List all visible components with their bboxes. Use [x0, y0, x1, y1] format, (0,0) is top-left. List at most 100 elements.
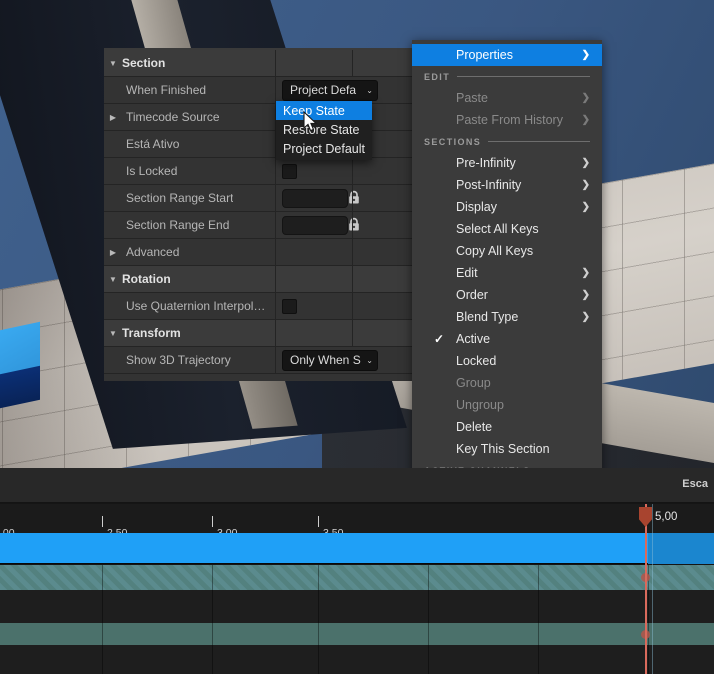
details-row-label-cell: Timecode Source [104, 104, 276, 130]
chevron-right-icon: ❯ [581, 49, 590, 61]
details-row-label: Advanced [126, 245, 180, 259]
menu-item-paste: Paste ❯ [412, 87, 602, 109]
details-row-label: When Finished [126, 83, 207, 97]
dropdown-when-finished[interactable]: Project Defa ⌄ [282, 79, 378, 101]
menu-item-label: Ungroup [456, 398, 504, 412]
playhead-time-label: 5,00 [655, 511, 678, 523]
details-property-row[interactable]: Section Range Start [104, 185, 414, 212]
chevron-right-icon: ❯ [581, 201, 590, 213]
timeline-gridline [648, 645, 649, 674]
chevron-down-icon[interactable] [104, 275, 122, 284]
menu-item-label: Group [456, 376, 491, 390]
details-property-row[interactable]: Section Range End [104, 212, 414, 239]
timeline-gridline [102, 645, 103, 674]
chevron-down-icon[interactable] [104, 59, 122, 68]
details-row-value-cell [276, 239, 414, 265]
timeline-track-channel-row-2[interactable] [0, 623, 714, 645]
chevron-right-icon: ❯ [581, 179, 590, 191]
details-category-row[interactable]: Section [104, 50, 414, 77]
timeline-track-channel-row-3[interactable] [0, 645, 714, 674]
chevron-right-icon[interactable] [104, 113, 122, 122]
timeline-gridline [428, 645, 429, 674]
timeline-track-channel-row-1[interactable] [0, 590, 714, 623]
details-row-label-cell: Section Range Start [104, 185, 276, 211]
menu-item-label: Delete [456, 420, 493, 434]
details-property-row[interactable]: Show 3D Trajectory Only When S ⌄ [104, 347, 414, 374]
menu-section-header: SECTIONS [412, 131, 602, 152]
menu-item-group: Group [412, 372, 602, 394]
details-row-value-cell [276, 266, 414, 292]
menu-divider-line [488, 141, 590, 142]
timeline-tracks[interactable] [0, 533, 714, 674]
menu-item-active[interactable]: ✓ Active [412, 328, 602, 350]
menu-item-label: Properties [456, 48, 513, 62]
menu-item-paste-from-history: Paste From History ❯ [412, 109, 602, 131]
details-category-row[interactable]: Rotation [104, 266, 414, 293]
number-field[interactable] [282, 188, 348, 208]
timeline-gridline [428, 565, 429, 590]
details-row-label-cell: Use Quaternion Interpolati… [104, 293, 276, 319]
chevron-right-icon: ❯ [581, 157, 590, 169]
details-row-value-cell: Project Defa ⌄ [276, 77, 414, 103]
playhead-guide-line [652, 504, 653, 674]
menu-item-properties[interactable]: Properties ❯ [412, 44, 602, 66]
number-field[interactable] [282, 215, 348, 235]
timeline-header-label: Esca [682, 478, 708, 490]
details-row-label-cell: Is Locked [104, 158, 276, 184]
details-row-label-cell: Transform [104, 320, 276, 346]
details-row-label: Está Ativo [126, 137, 180, 151]
ruler-tick-mark [212, 516, 213, 527]
menu-item-locked[interactable]: Locked [412, 350, 602, 372]
menu-item-edit[interactable]: Edit ❯ [412, 262, 602, 284]
menu-item-delete[interactable]: Delete [412, 416, 602, 438]
menu-item-label: Pre-Infinity [456, 156, 516, 170]
menu-item-copy-all-keys[interactable]: Copy All Keys [412, 240, 602, 262]
app-root: Section When Finished Project Defa ⌄ Timecod… [0, 0, 714, 674]
timeline-gridline [102, 565, 103, 590]
timeline-track-channel-group[interactable] [0, 565, 714, 590]
timeline-gridline [318, 565, 319, 590]
menu-item-key-this-section[interactable]: Key This Section [412, 438, 602, 460]
details-column-divider [352, 266, 414, 292]
details-row-label-cell: Show 3D Trajectory [104, 347, 276, 373]
menu-item-label: Active [456, 332, 491, 346]
details-row-label: Section Range End [126, 218, 230, 232]
details-column-divider [352, 293, 414, 319]
dropdown-option-project-default[interactable]: Project Default [276, 139, 372, 158]
details-property-row[interactable]: Advanced [104, 239, 414, 266]
menu-item-order[interactable]: Order ❯ [412, 284, 602, 306]
details-property-row[interactable]: Is Locked [104, 158, 414, 185]
details-row-label-cell: When Finished [104, 77, 276, 103]
sequencer-timeline[interactable]: Esca ,002,503,003,50 5,00 [0, 468, 714, 674]
menu-item-label: Copy All Keys [456, 244, 534, 258]
timeline-section-bar[interactable] [0, 533, 714, 564]
details-row-value-cell [276, 185, 414, 211]
details-property-row[interactable]: Use Quaternion Interpolati… [104, 293, 414, 320]
menu-item-pre-infinity[interactable]: Pre-Infinity ❯ [412, 152, 602, 174]
when-finished-dropdown-popup[interactable]: Keep State Restore State Project Default [276, 101, 372, 160]
dropdown-option-restore-state[interactable]: Restore State [276, 120, 372, 139]
checkbox-is-locked[interactable] [282, 163, 297, 179]
details-panel: Section When Finished Project Defa ⌄ Timecod… [104, 48, 414, 381]
dropdown-show-3d-trajectory[interactable]: Only When S ⌄ [282, 349, 378, 371]
details-category-row[interactable]: Transform [104, 320, 414, 347]
timeline-gridline [538, 645, 539, 674]
details-property-row[interactable]: When Finished Project Defa ⌄ [104, 77, 414, 104]
menu-item-label: Locked [456, 354, 497, 368]
timeline-section-bar-selected-region [648, 533, 714, 564]
menu-item-select-all-keys[interactable]: Select All Keys [412, 218, 602, 240]
menu-item-blend-type[interactable]: Blend Type ❯ [412, 306, 602, 328]
chevron-down-icon[interactable] [104, 329, 122, 338]
dropdown-value: Only When S [290, 353, 361, 367]
dropdown-option-keep-state[interactable]: Keep State [276, 101, 372, 120]
menu-item-post-infinity[interactable]: Post-Infinity ❯ [412, 174, 602, 196]
chevron-right-icon: ❯ [581, 114, 590, 126]
timeline-ruler[interactable]: ,002,503,003,50 [0, 504, 714, 539]
playhead-line[interactable] [645, 504, 647, 674]
chevron-right-icon[interactable] [104, 248, 122, 257]
timeline-gridline [538, 565, 539, 590]
chevron-down-icon: ⌄ [366, 85, 373, 95]
menu-item-display[interactable]: Display ❯ [412, 196, 602, 218]
checkbox-use-quaternion-interpolati-[interactable] [282, 298, 297, 314]
chevron-right-icon: ❯ [581, 289, 590, 301]
